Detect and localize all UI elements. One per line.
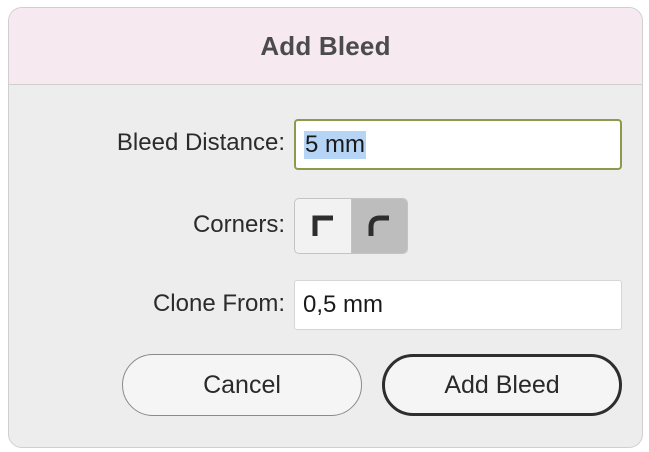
corners-segmented-control[interactable] bbox=[294, 198, 408, 254]
bleed-distance-input[interactable]: 5 mm bbox=[294, 119, 622, 170]
cancel-button-label: Cancel bbox=[203, 370, 281, 399]
round-corner-button[interactable] bbox=[350, 199, 407, 253]
dialog-title: Add Bleed bbox=[260, 30, 391, 61]
title-bar: Add Bleed bbox=[9, 8, 642, 85]
square-corner-icon bbox=[312, 215, 333, 236]
bleed-distance-value: 5 mm bbox=[304, 130, 366, 159]
bleed-distance-label: Bleed Distance: bbox=[116, 129, 285, 156]
clone-from-label: Clone From: bbox=[152, 290, 285, 317]
cancel-button[interactable]: Cancel bbox=[122, 354, 362, 416]
clone-from-input[interactable]: 0,5 mm bbox=[294, 280, 622, 330]
add-bleed-dialog: Add Bleed Bleed Distance: 5 mm Corners: … bbox=[8, 7, 643, 448]
round-corner-icon bbox=[368, 215, 390, 236]
add-bleed-button-label: Add Bleed bbox=[444, 370, 560, 399]
add-bleed-button[interactable]: Add Bleed bbox=[382, 354, 622, 416]
corners-label: Corners: bbox=[192, 211, 285, 238]
clone-from-value: 0,5 mm bbox=[303, 291, 384, 318]
square-corner-button[interactable] bbox=[295, 199, 351, 253]
